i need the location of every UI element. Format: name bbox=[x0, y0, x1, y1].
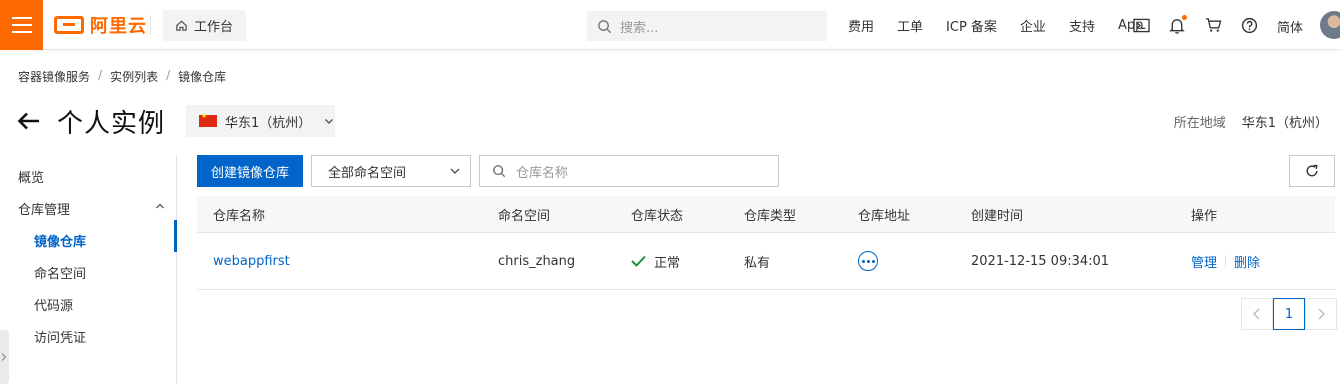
repo-address-cell bbox=[858, 233, 878, 289]
workbench-button[interactable]: 工作台 bbox=[163, 10, 246, 41]
pagination: 1 bbox=[1241, 298, 1337, 330]
aliyun-logo[interactable]: 阿里云 bbox=[54, 13, 147, 37]
delete-link[interactable]: 删除 bbox=[1234, 252, 1260, 271]
top-link-billing[interactable]: 费用 bbox=[848, 16, 874, 35]
page-number-button[interactable]: 1 bbox=[1273, 298, 1305, 330]
user-avatar[interactable] bbox=[1320, 11, 1340, 39]
repo-created-time: 2021-12-15 09:34:01 bbox=[971, 253, 1110, 269]
back-arrow-icon[interactable] bbox=[16, 108, 42, 134]
sidebar-group-repo-management[interactable]: 仓库管理 bbox=[18, 199, 70, 218]
repo-status-text: 正常 bbox=[654, 255, 681, 271]
col-header-address: 仓库地址 bbox=[858, 208, 911, 224]
sidebar-collapse-handle[interactable] bbox=[0, 330, 9, 384]
sidebar-item-code-sources[interactable]: 代码源 bbox=[34, 295, 73, 314]
chevron-down-icon bbox=[325, 119, 334, 124]
col-header-type: 仓库类型 bbox=[744, 208, 797, 224]
col-header-status: 仓库状态 bbox=[631, 208, 684, 224]
namespace-filter-select[interactable]: 全部命名空间 bbox=[311, 155, 471, 187]
notification-dot bbox=[1182, 15, 1187, 20]
next-page-button[interactable] bbox=[1305, 298, 1337, 330]
repo-namespace: chris_zhang bbox=[498, 253, 576, 269]
col-header-created: 创建时间 bbox=[971, 208, 1024, 224]
repo-table: 仓库名称 命名空间 仓库状态 仓库类型 仓库地址 创建时间 操作 webappf… bbox=[197, 196, 1335, 290]
top-link-support[interactable]: 支持 bbox=[1069, 16, 1095, 35]
notification-bell-icon[interactable] bbox=[1167, 15, 1187, 35]
manage-link[interactable]: 管理 bbox=[1191, 252, 1217, 271]
col-header-actions: 操作 bbox=[1191, 208, 1218, 224]
top-links: 费用 工单 ICP 备案 企业 支持 App bbox=[848, 0, 1166, 50]
help-icon[interactable] bbox=[1239, 15, 1259, 35]
chevron-down-icon bbox=[450, 168, 460, 174]
prev-page-button[interactable] bbox=[1241, 298, 1273, 330]
chevron-right-icon bbox=[1, 353, 7, 361]
sidebar-item-overview[interactable]: 概览 bbox=[18, 167, 44, 186]
global-search-placeholder: 搜索... bbox=[620, 20, 659, 36]
terminal-icon[interactable] bbox=[1131, 15, 1151, 35]
namespace-filter-value: 全部命名空间 bbox=[328, 165, 407, 181]
action-divider bbox=[1225, 255, 1227, 267]
repo-name-link[interactable]: webappfirst bbox=[213, 233, 290, 289]
more-options-icon[interactable] bbox=[858, 251, 878, 271]
refresh-button[interactable] bbox=[1289, 155, 1335, 187]
region-info: 所在地域 华东1（杭州） bbox=[1174, 112, 1328, 131]
china-flag-icon bbox=[199, 112, 217, 127]
repo-search-placeholder: 仓库名称 bbox=[516, 165, 569, 181]
global-search-input[interactable]: 搜索... bbox=[587, 11, 827, 41]
repo-search-input[interactable]: 仓库名称 bbox=[479, 155, 779, 187]
chevron-left-icon bbox=[1253, 308, 1260, 320]
table-header: 仓库名称 命名空间 仓库状态 仓库类型 仓库地址 创建时间 操作 bbox=[197, 196, 1335, 233]
repo-type: 私有 bbox=[744, 255, 771, 271]
search-icon bbox=[493, 165, 506, 178]
aliyun-logo-mark bbox=[54, 16, 84, 34]
top-navbar: 阿里云 工作台 搜索... 费用 工单 ICP 备案 企业 支持 App 简体 bbox=[0, 0, 1340, 50]
sidebar-item-namespaces[interactable]: 命名空间 bbox=[34, 263, 86, 282]
region-info-value: 华东1（杭州） bbox=[1241, 116, 1328, 131]
hamburger-menu-button[interactable] bbox=[0, 0, 43, 50]
top-link-enterprise[interactable]: 企业 bbox=[1020, 16, 1046, 35]
workbench-label: 工作台 bbox=[194, 20, 234, 35]
create-repo-button[interactable]: 创建镜像仓库 bbox=[197, 155, 303, 187]
chevron-right-icon bbox=[1318, 308, 1325, 320]
breadcrumb-item-repos: 镜像仓库 bbox=[178, 70, 227, 84]
region-selector[interactable]: 华东1（杭州） bbox=[186, 105, 335, 137]
sidebar-item-access-credentials[interactable]: 访问凭证 bbox=[34, 327, 86, 346]
home-icon bbox=[176, 20, 187, 31]
sidebar-item-image-repos[interactable]: 镜像仓库 bbox=[34, 231, 86, 250]
repo-actions: 管理 删除 bbox=[1191, 233, 1260, 289]
top-icons bbox=[1131, 0, 1275, 50]
logo-divider bbox=[150, 15, 151, 35]
breadcrumb-item-instances[interactable]: 实例列表 bbox=[110, 68, 158, 85]
region-selector-value: 华东1（杭州） bbox=[224, 115, 312, 131]
breadcrumb-item-cr-service[interactable]: 容器镜像服务 bbox=[18, 68, 90, 85]
col-header-repo-name: 仓库名称 bbox=[213, 208, 266, 224]
refresh-icon bbox=[1306, 164, 1318, 177]
check-icon bbox=[631, 255, 646, 267]
col-header-namespace: 命名空间 bbox=[498, 208, 551, 224]
cart-icon[interactable] bbox=[1203, 15, 1223, 35]
search-icon bbox=[598, 19, 612, 33]
region-info-label: 所在地域 bbox=[1173, 116, 1226, 131]
chevron-up-icon[interactable] bbox=[154, 200, 166, 212]
top-link-tickets[interactable]: 工单 bbox=[897, 16, 923, 35]
repo-status: 正常 bbox=[631, 233, 680, 289]
sidebar-active-indicator bbox=[174, 220, 177, 252]
breadcrumb-separator: / bbox=[166, 68, 171, 82]
language-switch[interactable]: 简体 bbox=[1277, 17, 1303, 36]
top-link-icp[interactable]: ICP 备案 bbox=[946, 16, 997, 35]
breadcrumb-separator: / bbox=[98, 68, 103, 82]
breadcrumb: 容器镜像服务 / 实例列表 / 镜像仓库 bbox=[18, 68, 226, 85]
side-navigation: 概览 仓库管理 镜像仓库 命名空间 代码源 访问凭证 bbox=[0, 155, 177, 384]
logo-text: 阿里云 bbox=[90, 16, 147, 37]
table-row: webappfirst chris_zhang 正常 私有 2021-12-15… bbox=[197, 233, 1335, 290]
page-title: 个人实例 bbox=[57, 109, 166, 139]
